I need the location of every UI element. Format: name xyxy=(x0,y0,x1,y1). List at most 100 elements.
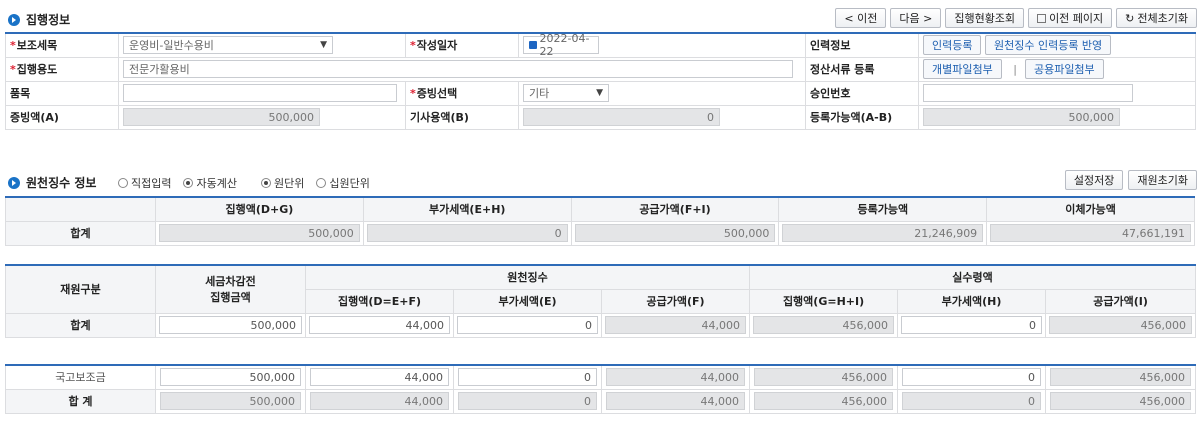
write-date-field[interactable]: 2022-04-22 xyxy=(523,32,599,58)
summary-header: 공급가액(F+I) xyxy=(570,196,780,222)
proof-type-select[interactable]: 기타 ▼ xyxy=(523,84,609,102)
detail-total-label: 합계 xyxy=(5,312,156,338)
detail-total-actual-supply: 456,000 xyxy=(1049,316,1193,334)
subsidy-item-select[interactable]: 운영비-일반수용비 ▼ xyxy=(123,36,333,55)
summary-value: 500,000 xyxy=(159,224,360,242)
approval-input[interactable] xyxy=(923,84,1133,102)
section-title-withholding: 원천징수 정보 xyxy=(8,174,96,191)
row-withhold-supply: 44,000 xyxy=(606,392,745,410)
detail-sub-header: 집행액(G=H+I) xyxy=(749,288,899,314)
separator: | xyxy=(1013,63,1017,76)
summary-header: 집행액(D+G) xyxy=(155,196,364,222)
next-button[interactable]: 다음 > xyxy=(890,8,942,28)
finance-type-header: 재원구분 xyxy=(5,264,156,314)
chevron-down-icon: ▼ xyxy=(320,40,327,51)
tax-deduct-header: 세금차감전 집행금액 xyxy=(155,264,306,314)
row-withhold-vat: 0 xyxy=(458,392,597,410)
finance-row-label: 국고보조금 xyxy=(5,364,156,390)
proof-amount-label: 증빙액(A) xyxy=(5,104,119,130)
summary-header: 이체가능액 xyxy=(986,196,1195,222)
detail-sub-header: 공급가액(I) xyxy=(1045,288,1197,314)
section-title-execution: 집행정보 xyxy=(8,11,70,28)
execution-form: *보조세목 운영비-일반수용비 ▼ *작성일자 2022-04-22 인력정보 인… xyxy=(5,32,1196,130)
summary-header: 등록가능액 xyxy=(778,196,988,222)
finance-rows-table: 국고보조금 500,000 44,000 0 44,000 456,000 0 … xyxy=(5,364,1196,414)
row-actual-supply: 456,000 xyxy=(1050,368,1191,387)
subsidy-item-label: *보조세목 xyxy=(5,32,119,58)
individual-attach-button[interactable]: 개별파일첨부 xyxy=(923,59,1002,79)
proof-type-label: *증빙선택 xyxy=(405,80,519,106)
row-pre-tax: 500,000 xyxy=(160,392,301,410)
detail-total-actual-vat[interactable]: 0 xyxy=(901,316,1043,334)
write-date-label: *작성일자 xyxy=(405,32,519,58)
row-actual-vat: 0 xyxy=(902,392,1041,410)
detail-total-actual-exec: 456,000 xyxy=(753,316,895,334)
radio-direct-input[interactable]: 직접입력 xyxy=(118,175,171,191)
detail-sub-header: 부가세액(E) xyxy=(453,288,602,314)
detail-table: 재원구분 세금차감전 집행금액 원천징수 실수령액 집행액(D=E+F) 부가세액… xyxy=(5,264,1197,338)
section2-buttons: 설정저장 재원초기화 xyxy=(1064,170,1197,190)
radio-ten-unit[interactable]: 십원단위 xyxy=(316,175,370,191)
summary-value: 0 xyxy=(366,224,568,242)
proof-amount-field: 500,000 xyxy=(123,108,320,126)
radio-dot xyxy=(316,178,327,188)
summary-table: 집행액(D+G) 부가세액(E+H) 공급가액(F+I) 등록가능액 이체가능액… xyxy=(5,196,1195,246)
reset-finance-button[interactable]: 재원초기화 xyxy=(1128,170,1197,190)
detail-total-withhold-vat[interactable]: 0 xyxy=(457,316,598,334)
finance-row-label: 합 계 xyxy=(5,388,156,414)
refresh-icon: ↻ xyxy=(1125,11,1135,25)
row-withhold-vat[interactable]: 0 xyxy=(458,368,597,387)
reg-available-field: 500,000 xyxy=(923,108,1120,126)
detail-sub-header: 부가세액(H) xyxy=(897,288,1047,314)
radio-dot xyxy=(183,178,194,188)
item-label: 품목 xyxy=(5,80,119,106)
detail-total-pre-tax[interactable]: 500,000 xyxy=(159,316,302,334)
calc-options: 직접입력 자동계산 원단위 십원단위 xyxy=(118,175,382,191)
summary-header: 부가세액(E+H) xyxy=(362,196,572,222)
detail-total-withhold-exec[interactable]: 44,000 xyxy=(309,316,450,334)
reg-available-label: 등록가능액(A-B) xyxy=(805,104,919,130)
row-actual-vat[interactable]: 0 xyxy=(902,368,1041,387)
detail-sub-header: 공급가액(F) xyxy=(600,288,751,314)
row-withhold-exec[interactable]: 44,000 xyxy=(310,368,449,387)
used-amount-field: 0 xyxy=(523,108,720,126)
section-title-text: 원천징수 정보 xyxy=(26,176,97,190)
row-actual-exec: 456,000 xyxy=(754,368,893,387)
usage-label: *집행용도 xyxy=(5,56,119,82)
chevron-down-icon: ▼ xyxy=(596,88,603,98)
reset-all-label: 전체초기화 xyxy=(1137,12,1188,25)
summary-value: 500,000 xyxy=(574,224,776,242)
row-withhold-exec: 44,000 xyxy=(310,392,449,410)
reset-all-button[interactable]: ↻ 전체초기화 xyxy=(1116,8,1197,28)
table-row: 국고보조금 500,000 44,000 0 44,000 456,000 0 … xyxy=(5,364,1196,390)
summary-value: 21,246,909 xyxy=(782,224,984,242)
radio-dot xyxy=(260,178,271,188)
row-pre-tax[interactable]: 500,000 xyxy=(160,368,301,387)
save-settings-button[interactable]: 설정저장 xyxy=(1064,170,1124,190)
radio-auto-calc[interactable]: 자동계산 xyxy=(183,175,237,191)
approval-label: 승인번호 xyxy=(805,80,919,106)
section-bullet-icon xyxy=(8,13,20,26)
actual-group-header: 실수령액 xyxy=(749,264,1197,290)
detail-sub-header: 집행액(D=E+F) xyxy=(305,288,454,314)
prev-button[interactable]: < 이전 xyxy=(835,8,887,28)
settle-docs-label: 정산서류 등록 xyxy=(805,56,919,82)
item-input[interactable] xyxy=(123,84,397,102)
section-bullet-icon xyxy=(8,176,20,189)
withhold-register-button[interactable]: 원천징수 인력등록 반영 xyxy=(984,35,1112,56)
top-toolbar: < 이전 다음 > 집행현황조회 이전 페이지 ↻ 전체초기화 xyxy=(835,8,1197,28)
status-inquiry-button[interactable]: 집행현황조회 xyxy=(945,8,1025,28)
used-amount-label: 기사용액(B) xyxy=(405,104,519,130)
input-info-label: 인력정보 xyxy=(805,32,919,58)
prev-page-label: 이전 페이지 xyxy=(1049,12,1104,25)
usage-input[interactable]: 전문가활용비 xyxy=(123,60,793,78)
row-actual-exec: 456,000 xyxy=(754,392,893,410)
input-register-button[interactable]: 인력등록 xyxy=(923,35,982,56)
prev-page-button[interactable]: 이전 페이지 xyxy=(1028,8,1113,28)
summary-row-label: 합계 xyxy=(5,220,156,246)
summary-value: 47,661,191 xyxy=(990,224,1191,242)
radio-won-unit[interactable]: 원단위 xyxy=(260,175,304,191)
summary-corner xyxy=(5,196,156,222)
common-attach-button[interactable]: 공용파일첨부 xyxy=(1024,59,1104,79)
row-actual-supply: 456,000 xyxy=(1050,392,1191,410)
